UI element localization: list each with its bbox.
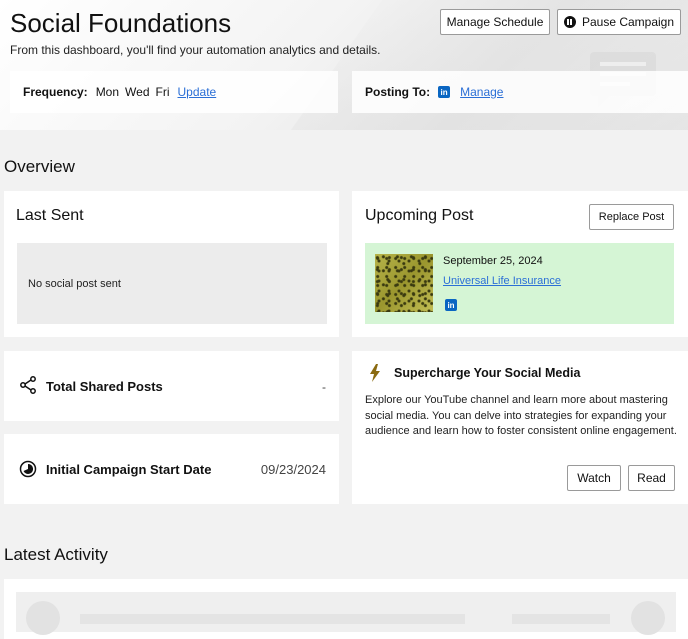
linkedin-icon: in [438, 86, 451, 98]
read-label: Read [637, 471, 666, 485]
watch-label: Watch [577, 471, 611, 485]
start-date-value: 09/23/2024 [260, 462, 326, 477]
text-placeholder [80, 614, 465, 624]
page-subtitle: From this dashboard, you'll find your au… [10, 43, 381, 57]
replace-post-label: Replace Post [598, 211, 665, 223]
page-title: Social Foundations [10, 8, 232, 38]
avatar-placeholder [26, 601, 60, 635]
frequency-bar: Frequency: Mon Wed Fri Update [10, 71, 338, 113]
total-shared-card: Total Shared Posts - [4, 351, 339, 421]
upcoming-post-card: Upcoming Post Replace Post September 25,… [352, 191, 688, 337]
replace-post-button[interactable]: Replace Post [589, 204, 674, 230]
post-thumbnail [375, 254, 433, 312]
upcoming-post-preview[interactable]: September 25, 2024 Universal Life Insura… [365, 243, 674, 324]
progress-clock-icon [19, 460, 37, 478]
posting-bar: Posting To: in Manage [352, 71, 688, 113]
share-icon [20, 376, 36, 394]
linkedin-icon: in [445, 299, 457, 311]
manage-posting-link[interactable]: Manage [460, 85, 503, 99]
upcoming-post-date: September 25, 2024 [443, 255, 543, 267]
supercharge-title: Supercharge Your Social Media [394, 366, 581, 380]
latest-activity-card [4, 579, 688, 639]
last-sent-empty: No social post sent [17, 243, 327, 324]
frequency-day: Mon [95, 85, 120, 99]
total-shared-label: Total Shared Posts [46, 379, 163, 394]
watch-button[interactable]: Watch [567, 465, 621, 491]
lightning-bolt-icon [370, 364, 380, 382]
manage-schedule-label: Manage Schedule [446, 15, 544, 29]
last-sent-empty-text: No social post sent [28, 277, 121, 290]
read-button[interactable]: Read [628, 465, 675, 491]
pause-icon [563, 16, 576, 28]
start-date-card: Initial Campaign Start Date 09/23/2024 [4, 434, 339, 504]
pause-campaign-label: Pause Campaign [581, 15, 675, 29]
avatar-placeholder [631, 601, 665, 635]
upcoming-post-link[interactable]: Universal Life Insurance [443, 275, 561, 287]
activity-placeholder [16, 592, 676, 632]
frequency-day: Fri [155, 85, 170, 99]
supercharge-card: Supercharge Your Social Media Explore ou… [352, 351, 688, 504]
pause-campaign-button[interactable]: Pause Campaign [557, 9, 681, 35]
supercharge-body: Explore our YouTube channel and learn mo… [365, 394, 677, 437]
update-frequency-link[interactable]: Update [178, 85, 217, 99]
frequency-day: Wed [125, 85, 150, 99]
manage-schedule-button[interactable]: Manage Schedule [440, 9, 550, 35]
posting-label: Posting To: [365, 85, 431, 99]
upcoming-post-title: Upcoming Post [365, 207, 474, 224]
last-sent-card: Last Sent No social post sent [4, 191, 339, 337]
latest-activity-heading: Latest Activity [4, 545, 108, 564]
text-placeholder [512, 614, 610, 624]
overview-heading: Overview [4, 157, 75, 176]
last-sent-title: Last Sent [16, 207, 84, 224]
total-shared-value: - [322, 380, 326, 394]
start-date-label: Initial Campaign Start Date [46, 462, 212, 477]
frequency-label: Frequency: [23, 85, 88, 99]
